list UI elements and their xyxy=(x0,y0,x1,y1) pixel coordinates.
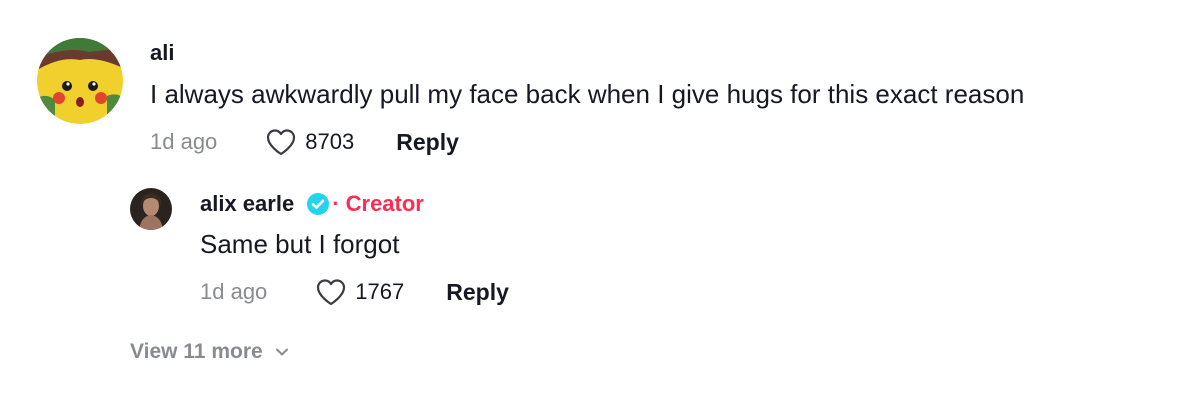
avatar[interactable] xyxy=(37,38,123,124)
comment-text: I always awkwardly pull my face back whe… xyxy=(150,79,1025,109)
comment-username[interactable]: ali xyxy=(150,40,174,66)
reply-avatar[interactable] xyxy=(130,188,172,230)
surprised-pikachu-avatar xyxy=(37,38,123,124)
creator-label: · Creator xyxy=(332,191,424,216)
creator-avatar xyxy=(130,188,172,230)
reply-like-button[interactable]: 1767 xyxy=(315,277,404,307)
like-button[interactable]: 8703 xyxy=(265,127,354,157)
comment-thread: ali I always awkwardly pull my face back… xyxy=(0,0,1200,400)
reply-header: alix earle · Creator xyxy=(200,191,424,217)
reply-timestamp: 1d ago xyxy=(200,279,268,304)
view-more-button[interactable]: View 11 more xyxy=(130,340,289,364)
reply-meta: 1d ago 1767 Reply xyxy=(200,277,509,307)
heart-icon xyxy=(267,129,296,156)
reply-button[interactable]: Reply xyxy=(396,129,459,156)
comment-meta: 1d ago 8703 Reply xyxy=(150,127,459,157)
reply-text: Same but I forgot xyxy=(200,229,400,259)
view-more-label: View 11 more xyxy=(130,340,263,363)
reply-username[interactable]: alix earle xyxy=(200,191,294,217)
heart-icon xyxy=(317,279,346,306)
like-count: 8703 xyxy=(305,129,355,154)
chevron-down-icon xyxy=(275,348,288,356)
reply-like-count: 1767 xyxy=(355,279,405,304)
reply-reply-button[interactable]: Reply xyxy=(446,279,509,306)
comment-timestamp: 1d ago xyxy=(150,129,218,154)
verified-badge-icon xyxy=(307,193,330,215)
